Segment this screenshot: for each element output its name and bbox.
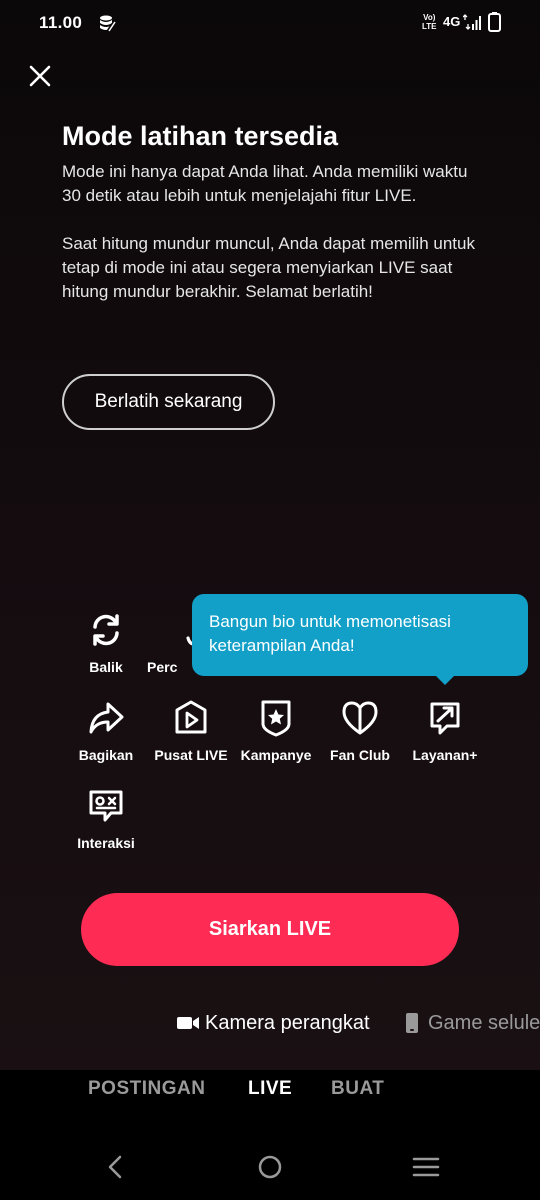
signal-icon [463, 14, 481, 30]
live-center-icon [175, 700, 207, 734]
volte-indicator: Vo) LTE [422, 13, 437, 31]
tool-services[interactable]: Layanan+ [400, 698, 490, 778]
tool-interaction[interactable]: Interaksi [61, 786, 151, 866]
tool-interaction-label: Interaksi [77, 835, 135, 851]
go-live-button[interactable]: Siarkan LIVE [81, 893, 459, 966]
source-tab-mobile-game[interactable]: Game selule [405, 1008, 540, 1038]
tooltip-text: Bangun bio untuk memonetisasi keterampil… [209, 612, 451, 655]
tool-services-label: Layanan+ [412, 747, 478, 763]
share-icon [89, 702, 124, 734]
practice-mode-description: Mode ini hanya dapat Anda lihat. Anda me… [62, 162, 475, 301]
source-tab-camera[interactable]: Kamera perangkat [177, 1008, 370, 1038]
services-icon [430, 702, 460, 735]
fan-club-heart-icon [342, 701, 378, 735]
tool-share-label: Bagikan [78, 747, 134, 763]
tooltip-pointer [435, 675, 455, 685]
mode-tab-live[interactable]: LIVE [248, 1078, 292, 1100]
video-camera-icon [177, 1017, 199, 1029]
home-icon[interactable] [255, 1152, 285, 1182]
tool-live-center-label: Pusat LIVE [154, 747, 228, 763]
system-navigation-bar [0, 1130, 540, 1200]
tool-campaign[interactable]: Kampanye [231, 698, 321, 778]
tool-campaign-label: Kampanye [240, 747, 312, 763]
status-time: 11.00 [39, 13, 83, 32]
practice-mode-title: Mode latihan tersedia [62, 121, 339, 151]
back-icon[interactable] [100, 1152, 130, 1182]
practice-now-button[interactable]: Berlatih sekarang [62, 374, 275, 430]
flip-camera-icon [93, 614, 119, 646]
mode-tab-create[interactable]: BUAT [331, 1078, 384, 1100]
live-setup-screen: 11.00 Vo) LTE 4G Mode latihan tersedia M… [0, 0, 540, 1200]
mode-tabs: POSTINGAN LIVE BUAT [0, 1070, 540, 1130]
mode-tab-post[interactable]: POSTINGAN [88, 1078, 205, 1100]
tool-live-center[interactable]: Pusat LIVE [146, 698, 236, 778]
source-camera-label: Kamera perangkat [205, 1011, 370, 1034]
menu-icon[interactable] [411, 1152, 441, 1182]
data-saver-icon [100, 15, 116, 32]
tool-fan-club[interactable]: Fan Club [315, 698, 405, 778]
interaction-icon [89, 790, 123, 822]
status-bar: 11.00 Vo) LTE 4G [0, 0, 540, 48]
monetize-bio-tooltip[interactable]: Bangun bio untuk memonetisasi keterampil… [192, 594, 528, 685]
tool-fan-club-label: Fan Club [330, 747, 390, 763]
tool-share[interactable]: Bagikan [61, 698, 151, 778]
mobile-phone-icon [406, 1013, 418, 1033]
source-mobile-game-label: Game selule [428, 1011, 540, 1034]
campaign-badge-icon [261, 700, 291, 737]
network-type: 4G [443, 14, 461, 29]
battery-icon [488, 12, 501, 32]
tool-flip[interactable]: Balik [61, 610, 151, 690]
close-icon[interactable] [24, 60, 56, 92]
